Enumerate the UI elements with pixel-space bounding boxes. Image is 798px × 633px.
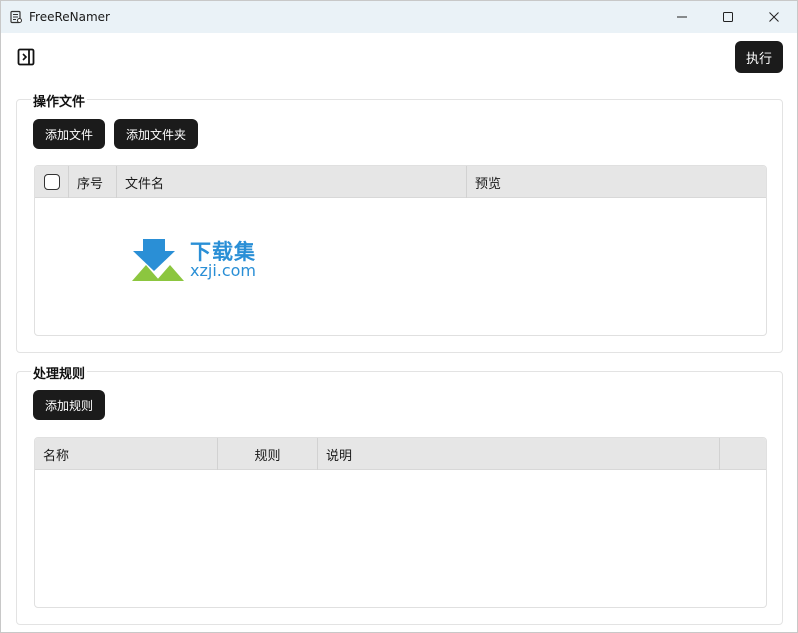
rules-section: 处理规则 添加规则 名称 规则 说明 (16, 363, 783, 625)
files-section: 操作文件 添加文件 添加文件夹 序号 文件名 预览 (16, 91, 783, 353)
rules-section-title: 处理规则 (31, 363, 88, 382)
add-rule-button[interactable]: 添加规则 (33, 390, 105, 420)
minimize-button[interactable] (659, 1, 705, 33)
maximize-button[interactable] (705, 1, 751, 33)
window-title: FreeReNamer (29, 10, 110, 24)
select-all-checkbox[interactable] (43, 174, 60, 190)
column-header-preview[interactable]: 预览 (467, 166, 766, 198)
sidebar-toggle-icon (17, 48, 35, 66)
rules-table: 名称 规则 说明 (34, 437, 767, 608)
run-button[interactable]: 执行 (735, 41, 783, 73)
add-folder-button[interactable]: 添加文件夹 (114, 119, 198, 149)
add-file-button[interactable]: 添加文件 (33, 119, 105, 149)
column-header-actions (720, 438, 766, 470)
window-controls (659, 1, 797, 33)
column-header-index[interactable]: 序号 (69, 166, 117, 198)
column-header-description[interactable]: 说明 (318, 438, 720, 470)
app-window: FreeReNamer 执行 操作文件 添加文件 添加文件夹 序号 文件名 预览… (0, 0, 798, 633)
close-button[interactable] (751, 1, 797, 33)
column-header-filename[interactable]: 文件名 (117, 166, 467, 198)
close-icon (769, 12, 779, 22)
watermark-logo: 下载集 xzji.com (132, 237, 272, 283)
files-section-title: 操作文件 (31, 91, 88, 110)
sidebar-toggle-button[interactable] (16, 48, 36, 66)
maximize-icon (723, 12, 733, 22)
rules-table-header: 名称 规则 说明 (35, 438, 766, 470)
watermark-url: xzji.com (190, 261, 257, 280)
select-all-cell (35, 166, 69, 198)
column-header-rule[interactable]: 规则 (218, 438, 318, 470)
minimize-icon (677, 16, 687, 18)
column-header-name[interactable]: 名称 (35, 438, 218, 470)
title-bar[interactable]: FreeReNamer (1, 1, 797, 33)
files-table-header: 序号 文件名 预览 (35, 166, 766, 198)
app-icon (9, 10, 23, 24)
